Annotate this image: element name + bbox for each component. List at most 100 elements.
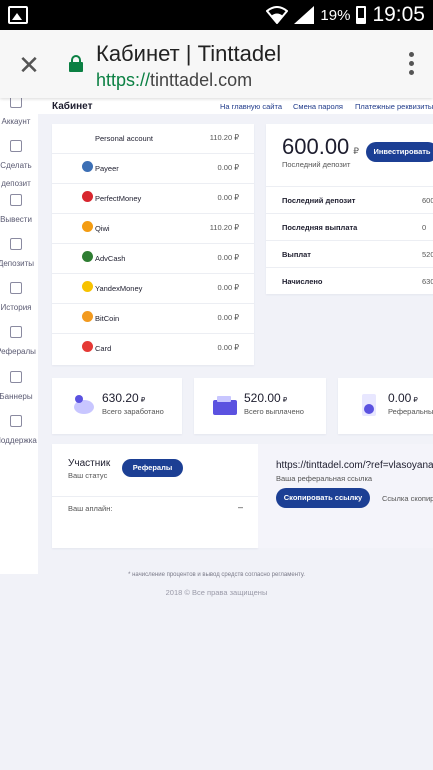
account-row-advcash: AdvCash 0.00 ₽: [52, 244, 254, 274]
account-row-card: Card 0.00 ₽: [52, 334, 254, 364]
sidebar-item-deposit[interactable]: Сделать депозит: [0, 140, 38, 191]
copyright: 2018 © Все права защищены: [165, 588, 268, 597]
account-name: Personal account: [95, 134, 153, 143]
sidebar-item-referrals[interactable]: Рефералы: [0, 326, 38, 359]
account-name: AdvCash: [95, 254, 126, 263]
perfectmoney-logo-icon: [82, 191, 93, 202]
battery-percent: 19%: [320, 6, 351, 24]
stat-label: Всего выплачено: [244, 407, 304, 416]
nav-link-home[interactable]: На главную сайта: [220, 102, 282, 111]
stat-card-paid: 520.00 ₽ Всего выплачено: [194, 378, 326, 434]
stat-value: 520.00 ₽: [244, 391, 288, 405]
nav-link-change-password[interactable]: Смена пароля: [293, 102, 343, 111]
cabinet-title: Кабинет: [52, 101, 93, 112]
account-row-perfectmoney: PerfectMoney 0.00 ₽: [52, 184, 254, 214]
sidebar-item-deposits[interactable]: Депозиты: [0, 238, 38, 271]
status-caption: Ваш статус: [68, 471, 108, 480]
sidebar-item-label: Рефералы: [0, 347, 36, 356]
account-balance: 110.20 ₽: [209, 133, 239, 142]
account-name: YandexMoney: [95, 284, 143, 293]
sidebar-item-history[interactable]: История: [0, 282, 38, 315]
referral-link[interactable]: https://tinttadel.com/?ref=vlasoyana: [276, 460, 433, 471]
divider: [52, 496, 258, 497]
sidebar-item-label: Депозиты: [0, 259, 35, 268]
referral-coin-icon: [362, 394, 376, 416]
bitcoin-logo-icon: [82, 311, 93, 322]
signal-icon: [294, 6, 315, 24]
referrals-button[interactable]: Рефералы: [122, 459, 183, 477]
account-balance: 0.00 ₽: [217, 253, 239, 262]
close-icon[interactable]: ✕: [14, 50, 44, 80]
sidebar-item-support[interactable]: Поддержка: [0, 415, 38, 448]
url-scheme: https://: [96, 70, 151, 90]
history-icon: [10, 282, 22, 294]
copy-link-button[interactable]: Скопировать ссылку: [276, 488, 370, 508]
more-options-icon[interactable]: [407, 52, 415, 78]
info-row-last-payout: Последняя выплата 0: [266, 213, 433, 240]
sidebar: Аккаунт Сделать депозит Вывести Депозиты…: [0, 98, 38, 574]
stat-value: 0.00 ₽: [388, 391, 418, 405]
sidebar-item-banners[interactable]: Баннеры: [0, 371, 38, 404]
upline-label: Ваш аплайн:: [68, 504, 113, 513]
sidebar-item-label: Вывести: [0, 215, 32, 224]
account-row-yandexmoney: YandexMoney 0.00 ₽: [52, 274, 254, 304]
support-icon: [10, 415, 22, 427]
account-row-qiwi: Qiwi 110.20 ₽: [52, 214, 254, 244]
account-name: Qiwi: [95, 224, 110, 233]
gallery-notification-icon: [8, 6, 28, 24]
sidebar-item-withdraw[interactable]: Вывести: [0, 194, 38, 227]
stat-label: Реферальные: [388, 407, 433, 416]
account-balance: 0.00 ₽: [217, 193, 239, 202]
account-icon: [10, 98, 22, 108]
info-row-accrued: Начислено 630: [266, 267, 433, 294]
referral-link-caption: Ваша реферальная ссылка: [276, 474, 373, 483]
yandexmoney-logo-icon: [82, 281, 93, 292]
account-name: PerfectMoney: [95, 194, 142, 203]
sidebar-item-label: Поддержка: [0, 436, 37, 445]
status-icons: 19% 19:05: [266, 0, 425, 30]
url-host: tinttadel.com: [150, 70, 253, 90]
account-name: Payeer: [95, 164, 119, 173]
deposit-card: 600.00 ₽ Последний депозит Инвестировать …: [266, 124, 433, 294]
lock-icon[interactable]: [69, 55, 83, 72]
stat-card-referral: 0.00 ₽ Реферальные: [338, 378, 433, 434]
url-bar[interactable]: https://tinttadel.com: [96, 70, 252, 91]
clock: 19:05: [372, 3, 425, 26]
status-bar: 19% 19:05: [0, 0, 433, 30]
battery-icon: [356, 6, 367, 24]
deposit-chart-icon: [10, 140, 22, 152]
banners-icon: [10, 371, 22, 383]
withdraw-icon: [10, 194, 22, 206]
referrals-icon: [10, 326, 22, 338]
deposits-icon: [10, 238, 22, 250]
sidebar-item-account[interactable]: Аккаунт: [0, 98, 38, 129]
status-card: Участник Ваш статус Рефералы Ваш аплайн:…: [52, 444, 258, 548]
last-deposit-caption: Последний депозит: [282, 160, 351, 169]
account-row-bitcoin: BitCoin 0.00 ₽: [52, 304, 254, 334]
browser-toolbar: ✕ Кабинет | Tinttadel https://tinttadel.…: [0, 30, 433, 98]
account-name: BitCoin: [95, 314, 120, 323]
account-row-payeer: Payeer 0.00 ₽: [52, 154, 254, 184]
sidebar-item-label: Баннеры: [0, 392, 33, 401]
stat-label: Всего заработано: [102, 407, 164, 416]
stat-card-earned: 630.20 ₽ Всего заработано: [52, 378, 182, 434]
piggy-bank-icon: [74, 395, 94, 414]
wallet-icon: [213, 396, 237, 415]
copy-hint: Ссылка скопиров: [382, 494, 433, 503]
info-row-payouts: Выплат 520: [266, 240, 433, 267]
sidebar-item-label: Сделать депозит: [0, 161, 32, 188]
sidebar-item-label: История: [0, 303, 32, 312]
status-title: Участник: [68, 458, 111, 469]
web-content: Аккаунт Сделать депозит Вывести Депозиты…: [0, 98, 433, 770]
upline-value: –: [238, 502, 244, 512]
footer-note: * начисление процентов и вывод средств с…: [128, 572, 305, 578]
invest-button[interactable]: Инвестировать: [366, 142, 433, 162]
account-balance: 0.00 ₽: [217, 163, 239, 172]
nav-link-payment-details[interactable]: Платежные реквизиты: [355, 102, 433, 111]
account-balance: 0.00 ₽: [217, 283, 239, 292]
page-title: Кабинет | Tinttadel: [96, 41, 282, 66]
account-balance: 110.20 ₽: [209, 223, 239, 232]
advcash-logo-icon: [82, 251, 93, 262]
stat-value: 630.20 ₽: [102, 391, 146, 405]
account-balance: 0.00 ₽: [217, 343, 239, 352]
